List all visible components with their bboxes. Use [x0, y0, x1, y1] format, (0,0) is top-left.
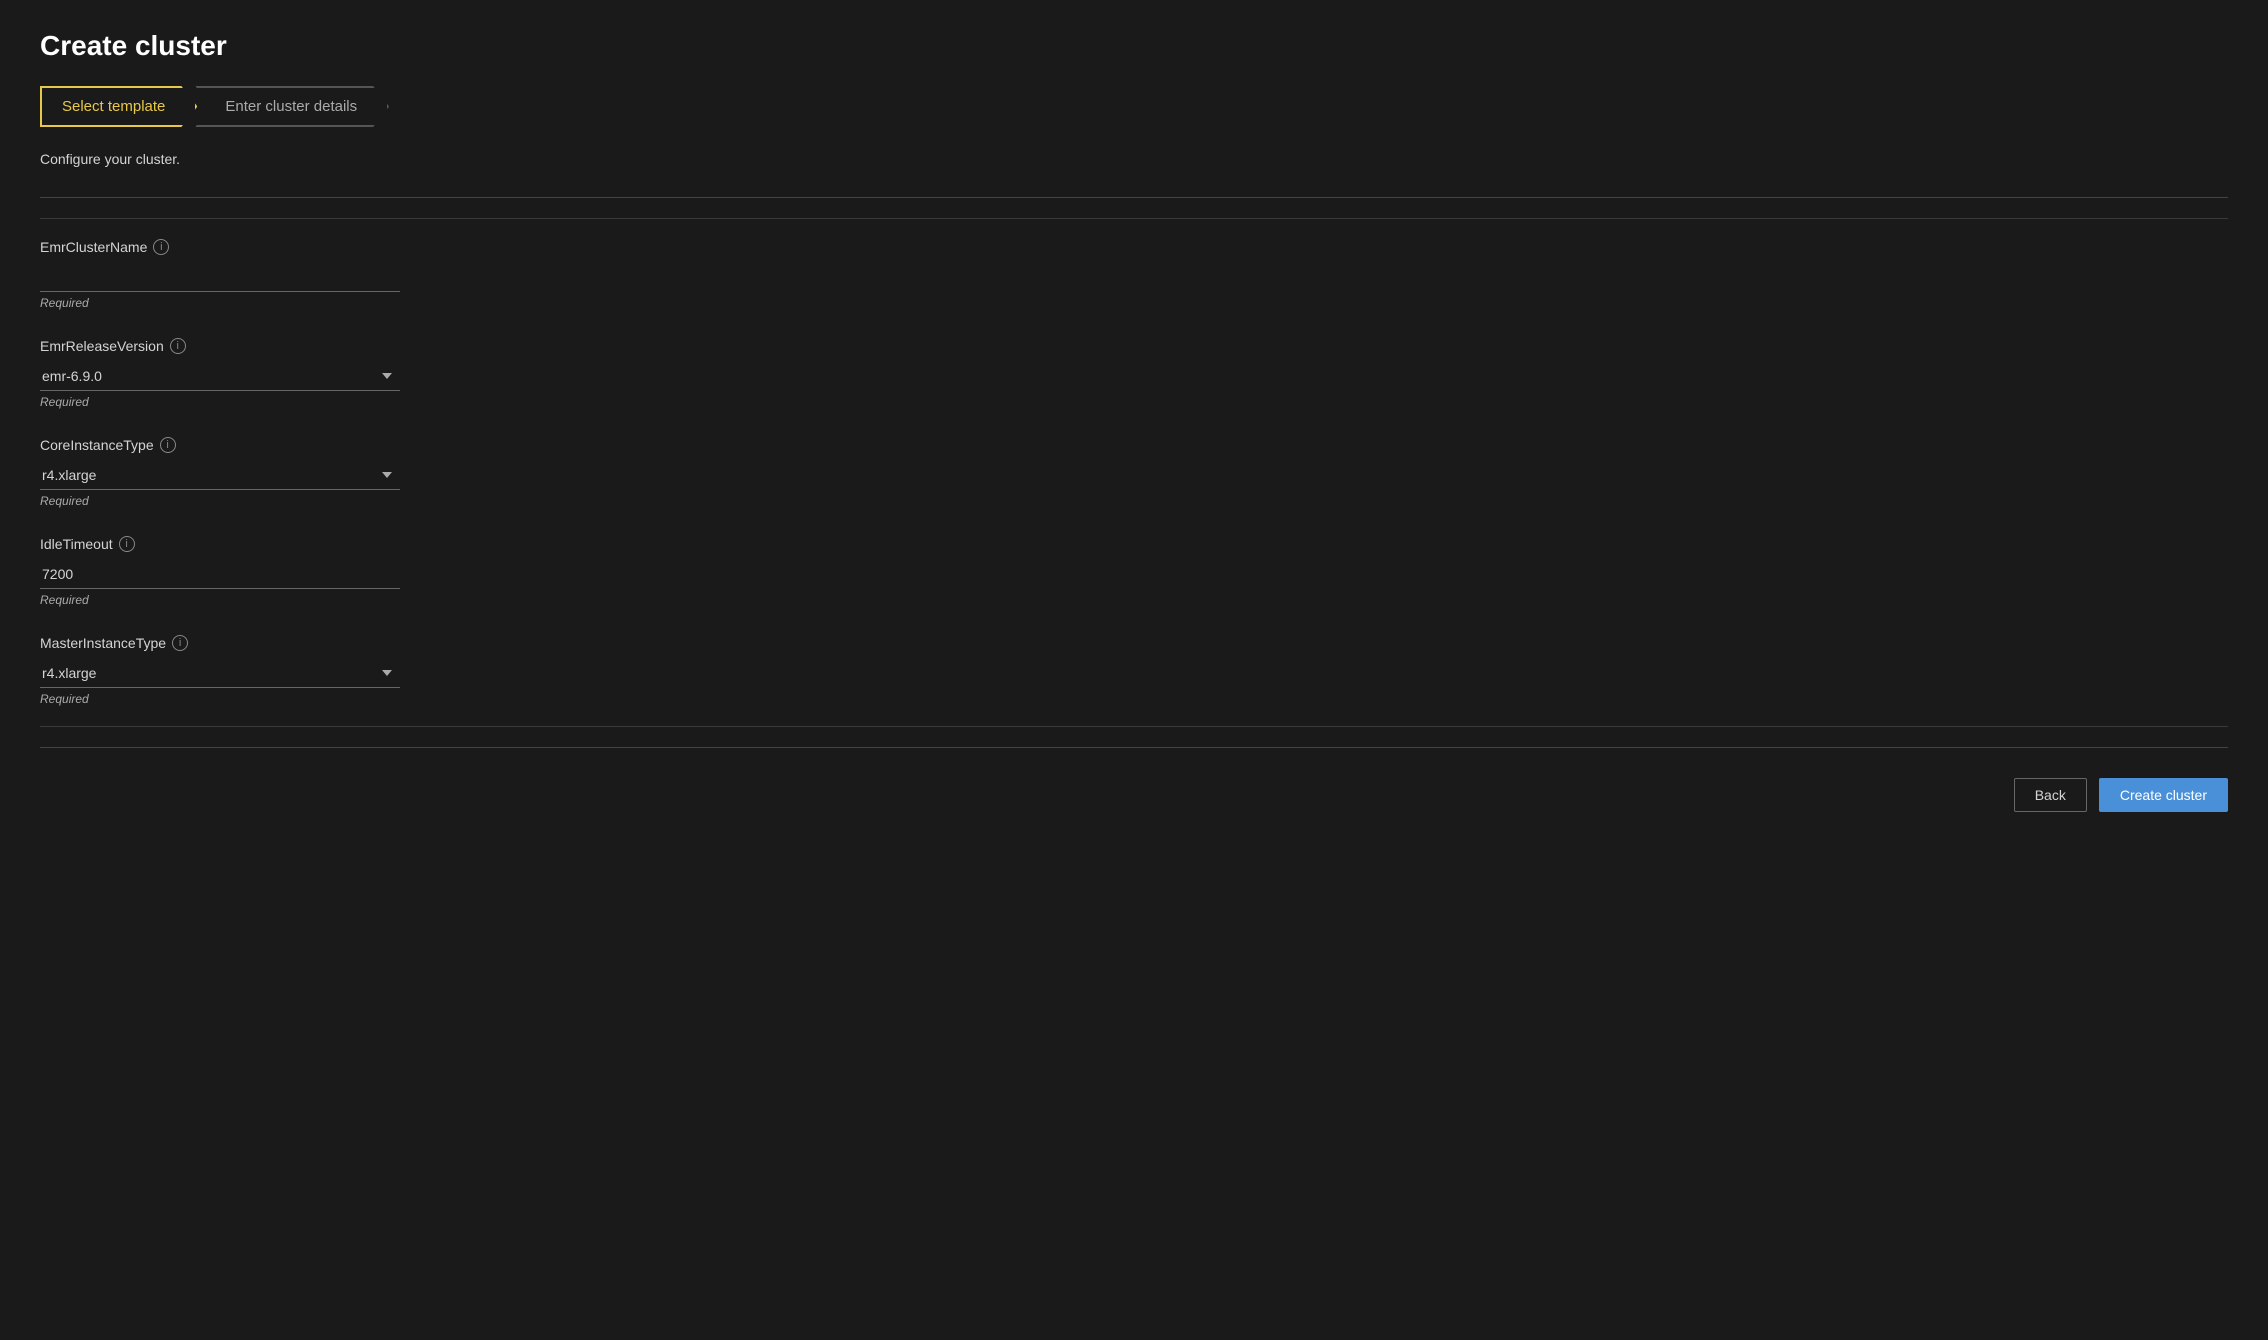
required-idle-timeout: Required [40, 593, 2228, 607]
step-2-label: Enter cluster details [225, 98, 357, 115]
label-emr-release-version: EmrReleaseVersion i [40, 338, 2228, 354]
top-divider [40, 197, 2228, 198]
label-master-instance-type: MasterInstanceType i [40, 635, 2228, 651]
input-idle-timeout[interactable] [40, 560, 400, 589]
info-icon-master-instance-type[interactable]: i [172, 635, 188, 651]
form-section: EmrClusterName i Required EmrReleaseVers… [40, 218, 2228, 727]
label-idle-timeout: IdleTimeout i [40, 536, 2228, 552]
label-core-instance-type: CoreInstanceType i [40, 437, 2228, 453]
step-select-template[interactable]: Select template [40, 86, 197, 127]
select-core-instance-type[interactable]: r4.xlarge r4.2xlarge r4.4xlarge m5.xlarg… [40, 461, 400, 490]
back-button[interactable]: Back [2014, 778, 2087, 812]
field-emr-release-version: EmrReleaseVersion i emr-6.9.0 emr-6.8.0 … [40, 338, 2228, 409]
select-emr-release-version[interactable]: emr-6.9.0 emr-6.8.0 emr-6.7.0 emr-6.6.0 [40, 362, 400, 391]
footer-actions: Back Create cluster [40, 778, 2228, 832]
required-emr-release-version: Required [40, 395, 2228, 409]
info-icon-emr-release-version[interactable]: i [170, 338, 186, 354]
info-icon-core-instance-type[interactable]: i [160, 437, 176, 453]
field-master-instance-type: MasterInstanceType i r4.xlarge r4.2xlarg… [40, 635, 2228, 706]
field-emr-cluster-name: EmrClusterName i Required [40, 239, 2228, 310]
required-master-instance-type: Required [40, 692, 2228, 706]
field-idle-timeout: IdleTimeout i Required [40, 536, 2228, 607]
form-subtitle: Configure your cluster. [40, 151, 2228, 167]
page-title: Create cluster [40, 30, 2228, 62]
input-emr-cluster-name[interactable] [40, 263, 400, 292]
step-1-label: Select template [62, 98, 165, 115]
select-master-instance-type[interactable]: r4.xlarge r4.2xlarge r4.4xlarge m5.xlarg… [40, 659, 400, 688]
bottom-divider [40, 747, 2228, 748]
required-core-instance-type: Required [40, 494, 2228, 508]
info-icon-idle-timeout[interactable]: i [119, 536, 135, 552]
field-core-instance-type: CoreInstanceType i r4.xlarge r4.2xlarge … [40, 437, 2228, 508]
create-cluster-button[interactable]: Create cluster [2099, 778, 2228, 812]
required-emr-cluster-name: Required [40, 296, 2228, 310]
info-icon-emr-cluster-name[interactable]: i [153, 239, 169, 255]
label-emr-cluster-name: EmrClusterName i [40, 239, 2228, 255]
stepper: Select template Enter cluster details [40, 86, 460, 127]
step-enter-details[interactable]: Enter cluster details [195, 86, 389, 127]
